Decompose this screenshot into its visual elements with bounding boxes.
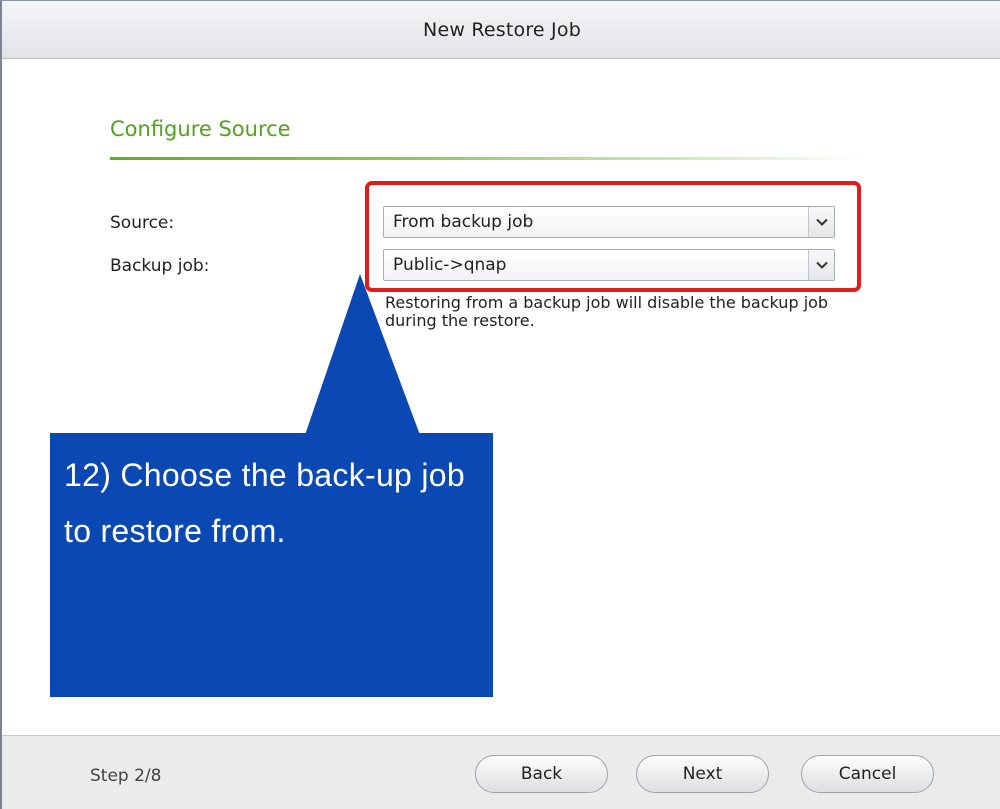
- dialog-footer: Step 2/8 Back Next Cancel: [2, 735, 1000, 809]
- next-button[interactable]: Next: [636, 755, 769, 793]
- instruction-callout: 12) Choose the back-up job to restore fr…: [50, 433, 493, 697]
- cancel-button[interactable]: Cancel: [801, 755, 934, 793]
- step-indicator: Step 2/8: [90, 766, 162, 786]
- back-button[interactable]: Back: [475, 755, 608, 793]
- new-restore-job-dialog: New Restore Job Configure Source Source:…: [0, 0, 1000, 809]
- callout-text: 12) Choose the back-up job to restore fr…: [64, 457, 465, 549]
